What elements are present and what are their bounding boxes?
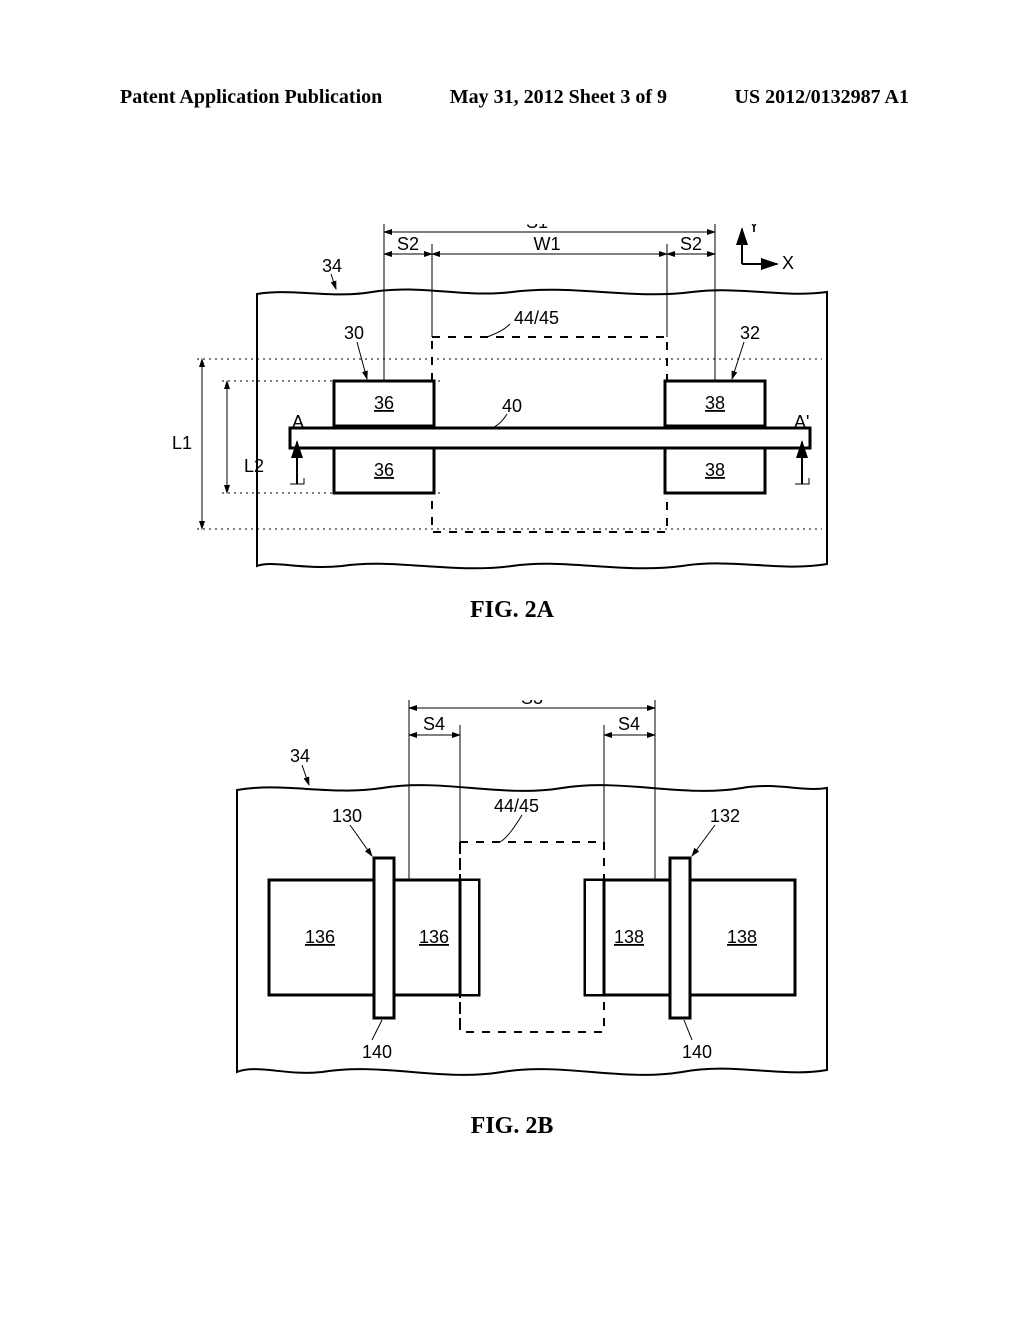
ref-138a-label: 138: [614, 927, 644, 947]
dim-s2-left-label: S2: [397, 234, 419, 254]
ref-32-label: 32: [740, 323, 760, 343]
ref-130-label: 130: [332, 806, 362, 826]
axis-y-label: Y: [748, 224, 760, 236]
ref-138b-label: 138: [727, 927, 757, 947]
figure-2a-caption: FIG. 2A: [162, 597, 862, 624]
ref-132-label: 132: [710, 806, 740, 826]
ref-30-label: 30: [344, 323, 364, 343]
header-center-text: May 31, 2012 Sheet 3 of 9: [450, 86, 667, 109]
ref-44-45-label-b: 44/45: [494, 796, 539, 816]
region-44-45-rect-b: [460, 842, 604, 1032]
dim-l1-label: L1: [172, 433, 192, 453]
figure-2b-svg: S3 S4 S4 44/45 136 136 140 138 138 140 3…: [162, 700, 862, 1100]
figure-2a: S1 S2 W1 S2 Y X 44/45 36 36 38 38 40 L1 …: [162, 224, 862, 614]
gate-140-right: [670, 858, 690, 1018]
ref-44-45-label: 44/45: [514, 308, 559, 328]
ref-140a-label: 140: [362, 1042, 392, 1062]
ref-38b-label: 38: [705, 460, 725, 480]
ref-40-label: 40: [502, 396, 522, 416]
dim-s1-label: S1: [526, 224, 548, 232]
dim-l2-label: L2: [244, 456, 264, 476]
figure-2a-svg: S1 S2 W1 S2 Y X 44/45 36 36 38 38 40 L1 …: [162, 224, 862, 584]
ref-136b-label: 136: [419, 927, 449, 947]
figure-2b: S3 S4 S4 44/45 136 136 140 138 138 140 3…: [162, 700, 862, 1130]
axis-x-label: X: [782, 253, 794, 273]
ref-36b-label: 36: [374, 460, 394, 480]
ref-36a-label: 36: [374, 393, 394, 413]
ref-136a-label: 136: [305, 927, 335, 947]
gate-140-left: [374, 858, 394, 1018]
dim-s2-right-label: S2: [680, 234, 702, 254]
ref-34-label-b: 34: [290, 746, 310, 766]
dim-s4-left-label: S4: [423, 714, 445, 734]
gate-40: [290, 428, 810, 448]
ref-38a-label: 38: [705, 393, 725, 413]
ref-34-label: 34: [322, 256, 342, 276]
section-a-label: A: [292, 412, 304, 432]
dim-w1-label: W1: [534, 234, 561, 254]
figure-2b-caption: FIG. 2B: [162, 1113, 862, 1140]
page-header: Patent Application Publication May 31, 2…: [0, 86, 1024, 109]
section-aprime-label: A': [794, 412, 809, 432]
ref-140b-label: 140: [682, 1042, 712, 1062]
dim-s4-right-label: S4: [618, 714, 640, 734]
dim-s3-label: S3: [521, 700, 543, 708]
header-right-text: US 2012/0132987 A1: [735, 86, 909, 109]
header-left-text: Patent Application Publication: [120, 86, 382, 109]
